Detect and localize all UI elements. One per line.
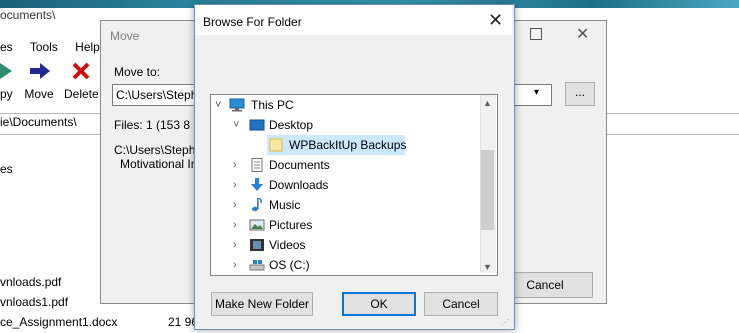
chevron-right-icon[interactable]: › xyxy=(233,179,237,191)
chevron-right-icon[interactable]: › xyxy=(233,259,237,271)
menu-item-tools[interactable]: Tools xyxy=(30,40,58,54)
scrollbar-thumb[interactable] xyxy=(481,150,494,230)
drive-icon xyxy=(249,260,265,271)
delete-x-icon xyxy=(72,62,90,80)
menu-item-edit[interactable]: es xyxy=(0,40,13,54)
menu-bar: es Tools Help xyxy=(0,40,114,54)
move-button[interactable]: Move xyxy=(24,60,54,101)
documents-icon xyxy=(251,158,263,172)
ok-button[interactable]: OK xyxy=(342,292,416,316)
tree-item-videos[interactable]: › Videos xyxy=(211,235,479,255)
dialog-title: Browse For Folder xyxy=(203,15,302,29)
move-to-label: Move to: xyxy=(114,65,161,79)
copy-button[interactable]: py xyxy=(0,60,13,101)
source-path: C:\Users\Stepha xyxy=(114,143,203,157)
delete-button[interactable]: Delete xyxy=(64,60,99,101)
folder-tree[interactable]: ˅ This PC ˅ Desktop WPBackItUp Backups ›… xyxy=(210,94,498,276)
pictures-icon xyxy=(249,219,265,231)
tree-item-pictures[interactable]: › Pictures xyxy=(211,215,479,235)
move-arrow-icon xyxy=(30,63,50,79)
files-count: Files: 1 (153 8 xyxy=(114,118,191,132)
close-icon[interactable]: ✕ xyxy=(488,10,503,31)
copy-icon xyxy=(0,63,13,79)
downloads-icon xyxy=(251,178,263,191)
tree-item-wpbackitup-backups[interactable]: WPBackItUp Backups xyxy=(267,135,406,155)
scroll-down-icon[interactable]: ▼ xyxy=(483,262,492,272)
tree-item-downloads[interactable]: › Downloads xyxy=(211,175,479,195)
destination-value: C:\Users\Stepha xyxy=(116,88,205,102)
resize-grip-icon[interactable]: ⋰ xyxy=(501,318,509,327)
tree-item-desktop[interactable]: ˅ Desktop xyxy=(211,115,479,135)
desktop-icon xyxy=(249,119,265,131)
browse-button[interactable]: ... xyxy=(565,82,595,106)
address-path: ie\Documents\ xyxy=(0,115,77,129)
list-item[interactable]: vnloads1.pdf xyxy=(0,295,68,309)
make-new-folder-button[interactable]: Make New Folder xyxy=(211,292,313,316)
chevron-right-icon[interactable]: › xyxy=(233,159,237,171)
chevron-right-icon[interactable]: › xyxy=(233,199,237,211)
maximize-icon[interactable] xyxy=(530,28,542,40)
computer-icon xyxy=(229,98,245,112)
chevron-down-icon[interactable]: ˅ xyxy=(215,99,221,111)
scroll-up-icon[interactable]: ▲ xyxy=(483,98,492,108)
tree-item-documents[interactable]: › Documents xyxy=(211,155,479,175)
folder-icon xyxy=(269,138,283,152)
videos-icon xyxy=(250,239,264,251)
list-item[interactable]: vnloads.pdf xyxy=(0,275,61,289)
list-item[interactable]: ce_Assignment1.docx xyxy=(0,315,117,329)
move-dialog-title: Move xyxy=(110,29,140,43)
list-item[interactable]: es xyxy=(0,162,13,176)
chevron-right-icon[interactable]: › xyxy=(233,239,237,251)
menu-item-help[interactable]: Help xyxy=(75,40,100,54)
chevron-down-icon[interactable]: ˅ xyxy=(233,119,239,131)
tree-item-os-c[interactable]: › OS (C:) xyxy=(211,255,479,275)
tree-item-this-pc[interactable]: ˅ This PC xyxy=(211,95,479,115)
tree-item-music[interactable]: › Music xyxy=(211,195,479,215)
cancel-button[interactable]: Cancel xyxy=(424,292,498,316)
window-title: ocuments\ xyxy=(0,8,56,22)
close-icon[interactable]: ✕ xyxy=(576,24,589,44)
music-icon xyxy=(252,198,262,212)
chevron-down-icon[interactable]: ▾ xyxy=(534,87,539,98)
chevron-right-icon[interactable]: › xyxy=(233,219,237,231)
